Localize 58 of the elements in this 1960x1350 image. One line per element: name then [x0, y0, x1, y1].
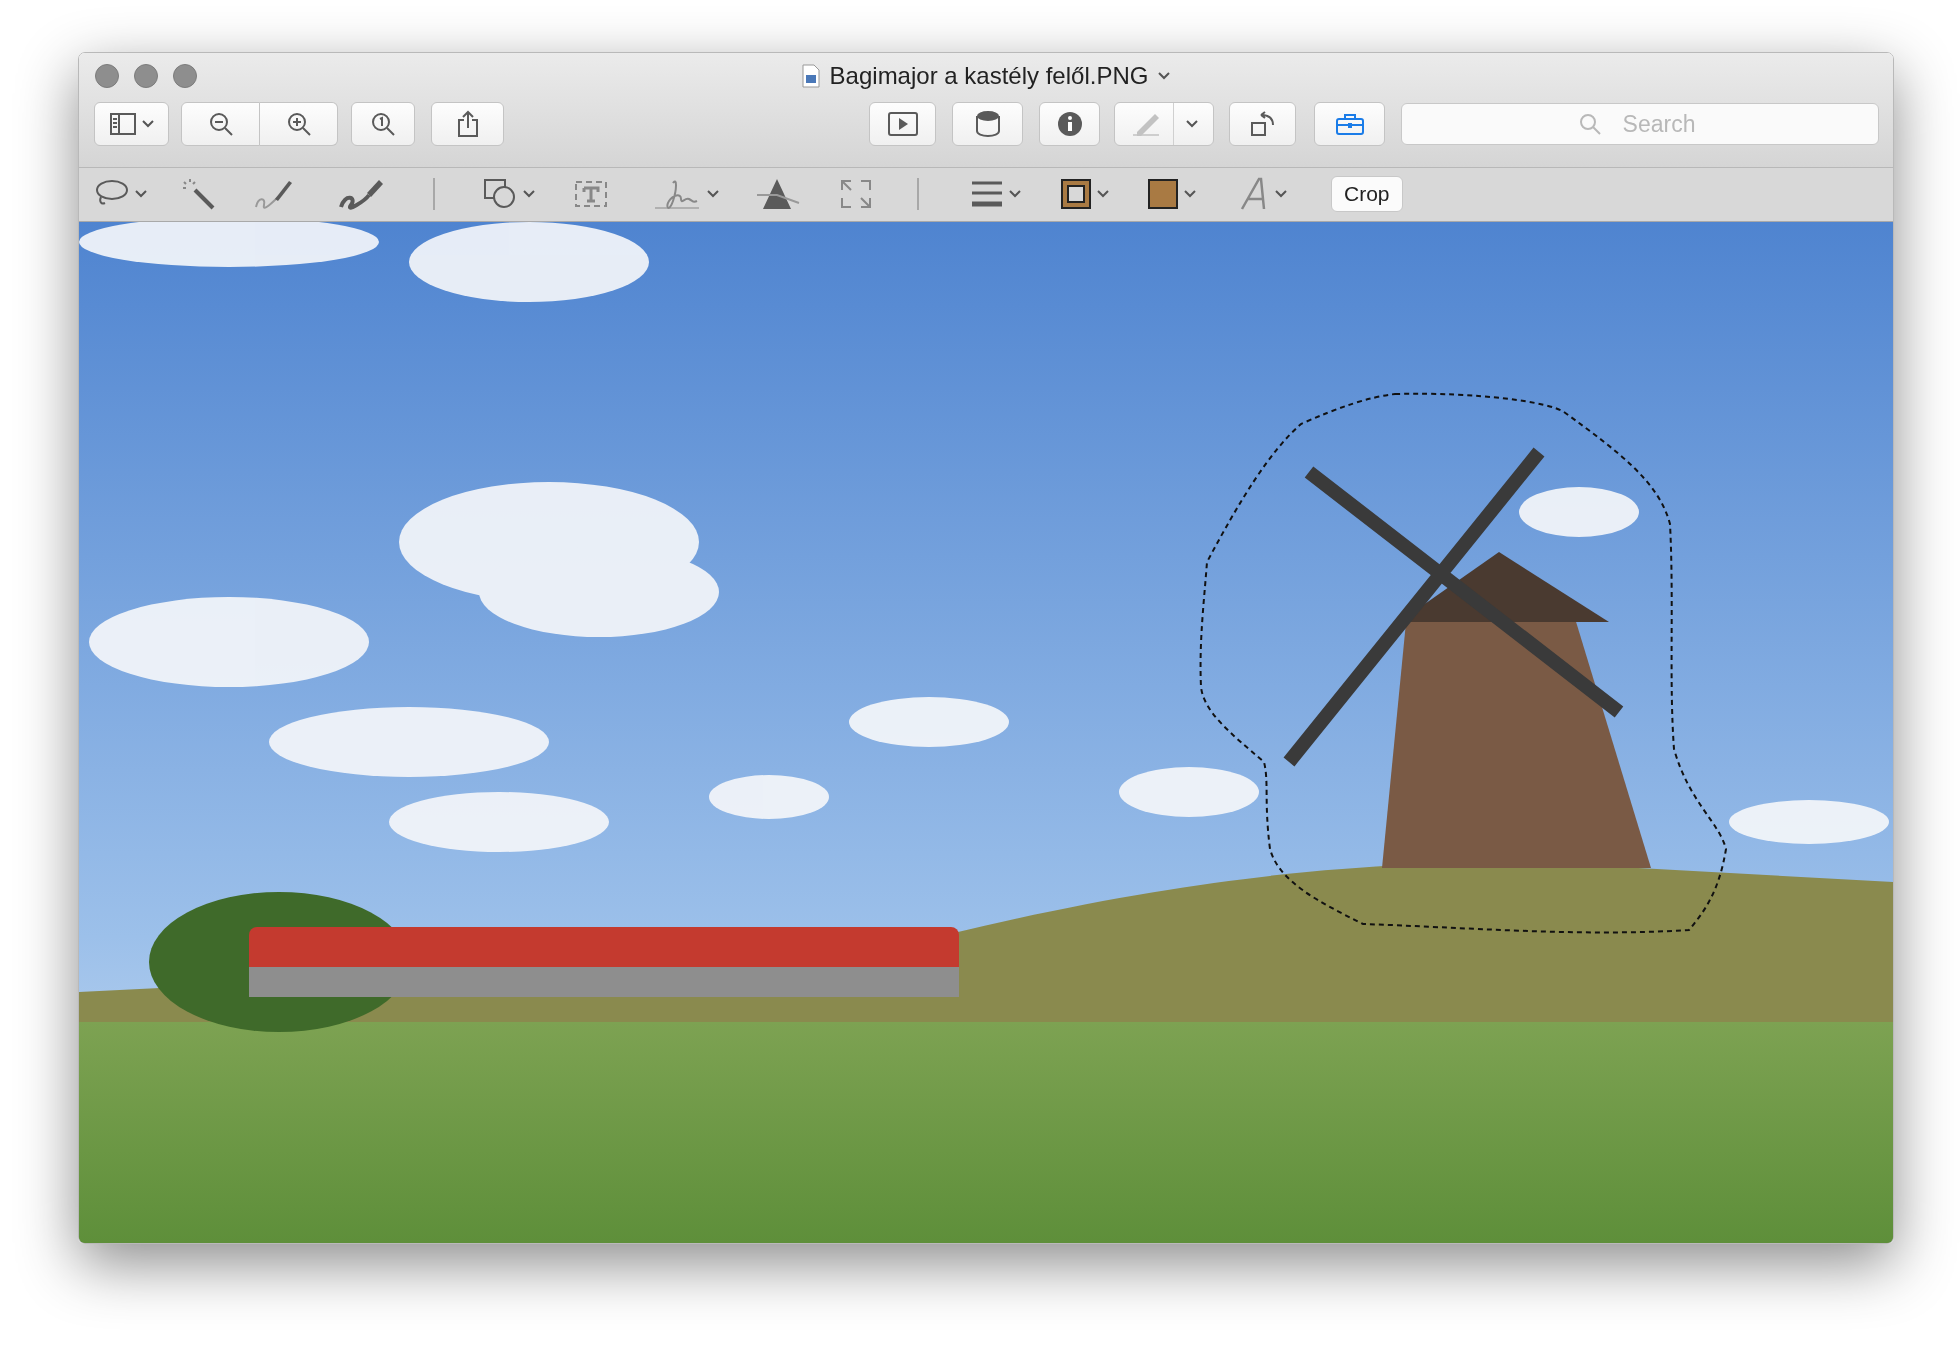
chevron-down-icon	[707, 190, 719, 199]
magic-wand-icon	[181, 178, 215, 211]
info-button[interactable]	[1039, 102, 1100, 146]
sidebar-button[interactable]	[94, 102, 169, 146]
resize-arrows-icon	[839, 178, 873, 211]
info-icon	[1056, 111, 1083, 137]
rotate-button[interactable]	[1229, 102, 1296, 146]
chevron-down-icon	[141, 120, 154, 128]
lines-icon	[971, 180, 1003, 209]
window-title: Bagimajor a kastély felől.PNG	[829, 62, 1149, 90]
search-icon	[1579, 113, 1601, 135]
share-button[interactable]	[431, 102, 504, 146]
cylinder-button[interactable]	[952, 102, 1023, 146]
share-icon	[456, 110, 479, 138]
text-style-button[interactable]	[1239, 177, 1287, 212]
chevron-down-icon	[523, 190, 535, 199]
chevron-down-icon	[1009, 190, 1021, 199]
border-color-button[interactable]	[1061, 179, 1109, 210]
slideshow-button[interactable]	[869, 102, 936, 146]
shapes-button[interactable]	[483, 178, 535, 211]
signature-icon	[653, 177, 701, 212]
markup-toolbar-button[interactable]	[1314, 102, 1385, 146]
cylinder-icon	[974, 110, 1001, 138]
toolbox-icon	[1334, 112, 1365, 136]
shapes-icon	[483, 178, 517, 211]
line-style-button[interactable]	[971, 180, 1021, 209]
zoom-out-icon	[207, 111, 234, 137]
chevron-down-icon	[1184, 190, 1196, 199]
text-box-icon	[573, 179, 609, 210]
play-icon	[887, 112, 918, 136]
draw-button[interactable]	[337, 177, 385, 212]
zoom-in-button[interactable]	[260, 102, 338, 146]
brush-squiggle-icon	[337, 177, 385, 212]
search-field[interactable]: Search	[1401, 103, 1879, 145]
text-button[interactable]	[573, 179, 609, 210]
adjust-size-button[interactable]	[839, 178, 873, 211]
zoom-in-icon	[285, 111, 312, 137]
title-menu-chevron-icon	[1158, 72, 1171, 80]
instant-alpha-button[interactable]	[181, 178, 215, 211]
annotate-chevron-icon	[1185, 120, 1198, 128]
chevron-down-icon	[1275, 190, 1287, 199]
zoom-out-button[interactable]	[181, 102, 260, 146]
crop-button[interactable]: Crop	[1331, 176, 1403, 213]
image-file-icon	[801, 64, 820, 88]
close-button[interactable]	[95, 64, 119, 88]
zoom-button[interactable]	[173, 64, 197, 88]
fill-color-button[interactable]	[1148, 179, 1196, 210]
chevron-down-icon	[1097, 190, 1109, 199]
minimize-button[interactable]	[134, 64, 158, 88]
actual-size-icon	[370, 111, 396, 137]
sidebar-icon	[109, 113, 136, 135]
pen-icon	[1130, 112, 1161, 136]
sign-button[interactable]	[653, 177, 719, 212]
adjust-color-button[interactable]	[757, 177, 801, 212]
chevron-down-icon	[135, 190, 147, 199]
prism-icon	[757, 177, 801, 212]
actual-size-button[interactable]	[351, 102, 415, 146]
rotate-icon	[1248, 110, 1277, 138]
